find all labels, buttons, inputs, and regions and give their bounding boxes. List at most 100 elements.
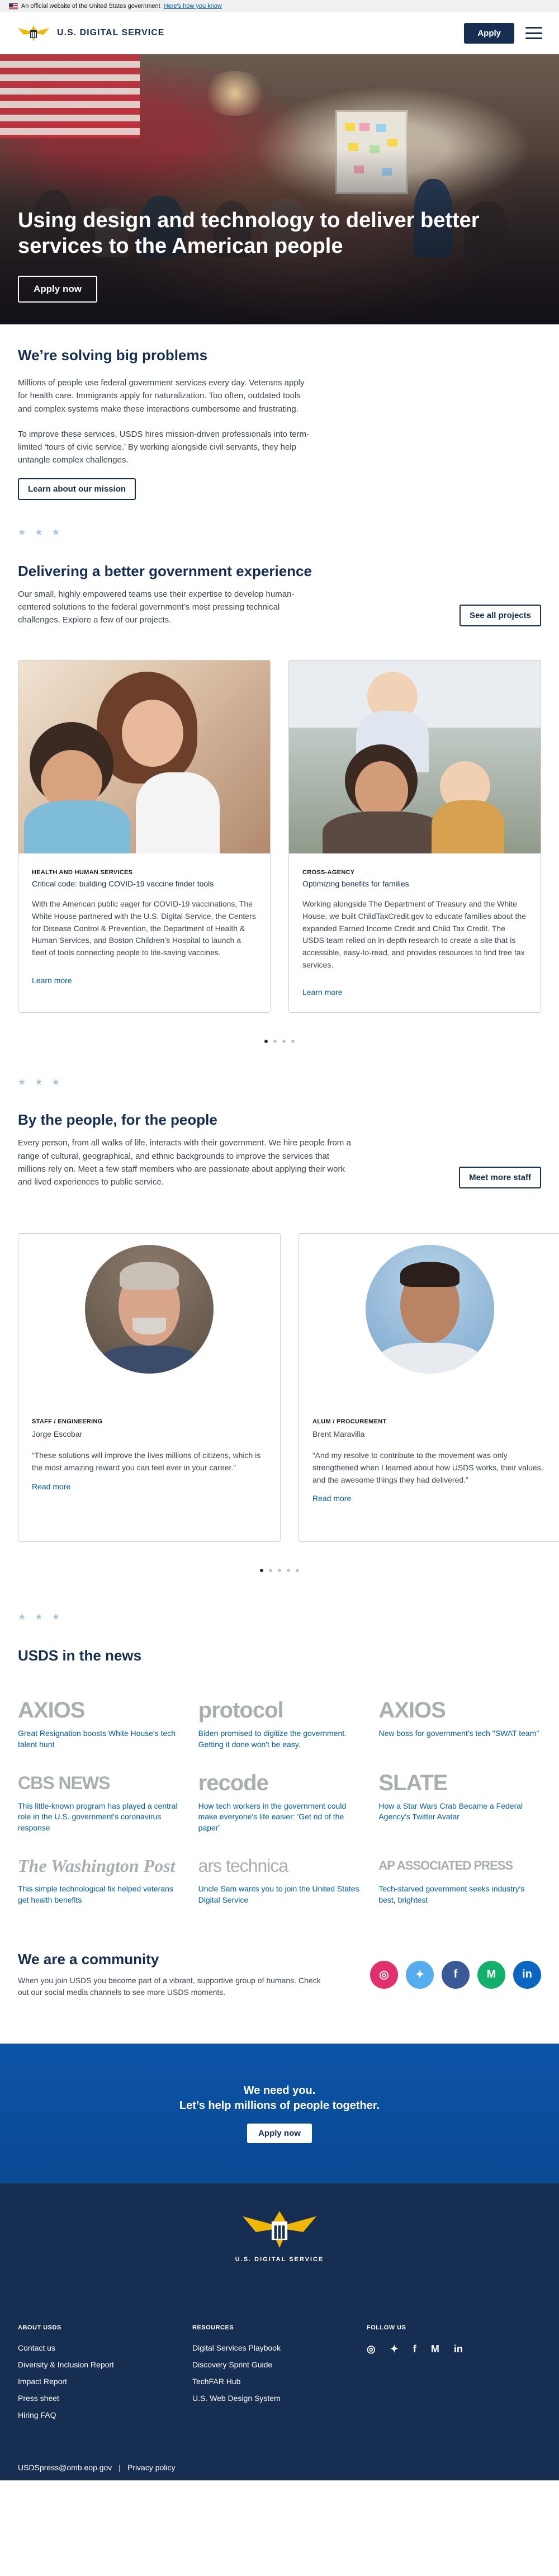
news-item: AXIOS New boss for government's tech "SWA… — [378, 1698, 541, 1750]
twitter-icon[interactable]: ✦ — [390, 2343, 399, 2355]
cta-line-1: We need you. — [243, 2084, 316, 2097]
project-learn-more-link[interactable]: Learn more — [302, 988, 343, 997]
brand-name: U.S. DIGITAL SERVICE — [57, 28, 165, 37]
footer-link[interactable]: Digital Services Playbook — [192, 2343, 367, 2352]
home-link[interactable]: U.S. DIGITAL SERVICE — [17, 23, 164, 43]
news-item: CBS NEWS This little-known program has pl… — [18, 1771, 181, 1834]
cta-line-2: Let’s help millions of people together. — [179, 2100, 380, 2112]
staff-card: ALUM / PROCUREMENT Brent Maravilla “And … — [299, 1233, 559, 1542]
news-item: The Washington Post This simple technolog… — [18, 1853, 181, 1905]
news-item: recode How tech workers in the government… — [198, 1771, 361, 1834]
footer-brand-name: U.S. DIGITAL SERVICE — [235, 2256, 324, 2263]
twitter-icon[interactable]: ✦ — [406, 1960, 434, 1989]
news-link[interactable]: New boss for government's tech "SWAT tea… — [378, 1728, 541, 1739]
hero-apply-now-button[interactable]: Apply now — [18, 276, 97, 303]
heres-how-you-know-link[interactable]: Here's how you know — [164, 3, 222, 10]
footer-link[interactable]: Diversity & Inclusion Report — [18, 2360, 192, 2369]
usds-eagle-logo — [243, 2211, 316, 2248]
staff-quote: “These solutions will improve the lives … — [32, 1451, 261, 1473]
news-item: ars technica Uncle Sam wants you to join … — [198, 1853, 361, 1905]
news-link[interactable]: This little-known program has played a c… — [18, 1801, 181, 1834]
star-icon: ★ — [51, 1612, 60, 1622]
footer-link[interactable]: U.S. Web Design System — [192, 2394, 367, 2403]
star-icon: ★ — [51, 1078, 60, 1088]
project-learn-more-link[interactable]: Learn more — [32, 976, 72, 985]
project-description: With the American public eager for COVID… — [32, 899, 256, 957]
footer-follow-title: FOLLOW US — [367, 2324, 406, 2331]
footer-link[interactable]: TechFAR Hub — [192, 2377, 367, 2386]
community-text: When you join USDS you become part of a … — [18, 1975, 321, 1997]
cta-apply-now-button[interactable]: Apply now — [247, 2124, 312, 2144]
meet-more-staff-button[interactable]: Meet more staff — [459, 1167, 541, 1189]
star-divider: ★ ★ ★ — [18, 1077, 541, 1088]
project-photo-vaccine — [18, 660, 270, 854]
star-icon: ★ — [35, 527, 43, 537]
news-logo: protocol — [198, 1698, 284, 1723]
news-link[interactable]: Biden promised to digitize the governmen… — [198, 1728, 361, 1750]
news-link[interactable]: Uncle Sam wants you to join the United S… — [198, 1884, 361, 1905]
medium-icon[interactable]: M — [431, 2343, 439, 2355]
linkedin-icon[interactable]: in — [513, 1960, 541, 1989]
footer-separator: | — [119, 2462, 121, 2472]
people-intro: Every person, from all walks of life, in… — [18, 1138, 351, 1187]
footer-logo[interactable]: U.S. DIGITAL SERVICE — [18, 2206, 541, 2263]
star-icon: ★ — [18, 527, 26, 537]
people-title: By the people, for the people — [18, 1111, 217, 1129]
problems-section: We’re solving big problems Millions of p… — [0, 324, 559, 500]
apply-button[interactable]: Apply — [464, 22, 514, 44]
staff-read-more-link[interactable]: Read more — [312, 1494, 351, 1503]
star-icon: ★ — [18, 1078, 26, 1088]
privacy-policy-link[interactable]: Privacy policy — [127, 2463, 176, 2472]
footer-link[interactable]: Hiring FAQ — [18, 2410, 192, 2419]
site-footer: U.S. DIGITAL SERVICE ABOUT USDS Contact … — [0, 2183, 559, 2480]
news-logo: ars technica — [198, 1856, 289, 1876]
staff-name: Brent Maravilla — [312, 1429, 365, 1439]
gov-banner-text: An official website of the United States… — [21, 3, 160, 10]
staff-quote: “And my resolve to contribute to the mov… — [312, 1451, 543, 1484]
learn-about-mission-button[interactable]: Learn about our mission — [18, 478, 136, 500]
hero: Using design and technology to deliver b… — [0, 54, 559, 324]
star-divider: ★ ★ ★ — [18, 1611, 541, 1622]
star-icon: ★ — [51, 527, 60, 537]
footer-link[interactable]: Impact Report — [18, 2377, 192, 2386]
project-photo-family — [289, 660, 541, 854]
star-icon: ★ — [35, 1612, 43, 1622]
linkedin-icon[interactable]: in — [454, 2343, 463, 2355]
star-icon: ★ — [35, 1078, 43, 1088]
footer-about-title: ABOUT USDS — [18, 2324, 61, 2331]
news-link[interactable]: Great Resignation boosts White House's t… — [18, 1728, 181, 1750]
menu-icon[interactable] — [525, 27, 542, 39]
footer-resources-title: RESOURCES — [192, 2324, 234, 2331]
see-all-projects-button[interactable]: See all projects — [459, 605, 541, 627]
project-eyebrow: CROSS-AGENCY — [302, 869, 355, 876]
medium-icon[interactable]: M — [477, 1960, 505, 1989]
footer-link[interactable]: Press sheet — [18, 2394, 192, 2403]
community-section: We are a community When you join USDS yo… — [0, 1906, 559, 2044]
press-email-link[interactable]: USDSpress@omb.eop.gov — [18, 2463, 112, 2472]
staff-card: STAFF / ENGINEERING Jorge Escobar “These… — [18, 1233, 281, 1542]
news-link[interactable]: Tech-starved government seeks industry's… — [378, 1884, 541, 1905]
facebook-icon[interactable]: f — [413, 2343, 416, 2355]
gov-banner: An official website of the United States… — [0, 0, 559, 12]
footer-link[interactable]: Contact us — [18, 2343, 192, 2352]
project-description: Working alongside The Department of Trea… — [302, 899, 526, 969]
social-links: ◎ ✦ f M in — [370, 1960, 541, 1989]
news-logo: AXIOS — [378, 1698, 446, 1723]
flag-icon — [9, 3, 18, 10]
community-title: We are a community — [18, 1950, 159, 1968]
instagram-icon[interactable]: ◎ — [370, 1960, 398, 1989]
news-link[interactable]: How tech workers in the government could… — [198, 1801, 361, 1834]
instagram-icon[interactable]: ◎ — [367, 2343, 376, 2355]
staff-read-more-link[interactable]: Read more — [32, 1482, 70, 1491]
facebook-icon[interactable]: f — [442, 1960, 470, 1989]
footer-resources: RESOURCES Digital Services Playbook Disc… — [192, 2324, 367, 2427]
news-section: ★ ★ ★ USDS in the news AXIOS Great Resignat… — [0, 1572, 559, 1905]
news-link[interactable]: How a Star Wars Crab Became a Federal Ag… — [378, 1801, 541, 1823]
footer-link[interactable]: Discovery Sprint Guide — [192, 2360, 367, 2369]
project-card: CROSS-AGENCY Optimizing benefits for fam… — [288, 660, 541, 1013]
site-header: U.S. DIGITAL SERVICE Apply — [0, 12, 559, 54]
staff-name: Jorge Escobar — [32, 1429, 83, 1439]
footer-follow: FOLLOW US ◎ ✦ f M in — [367, 2324, 541, 2427]
news-link[interactable]: This simple technological fix helped vet… — [18, 1884, 181, 1905]
portrait-photo — [85, 1245, 214, 1374]
